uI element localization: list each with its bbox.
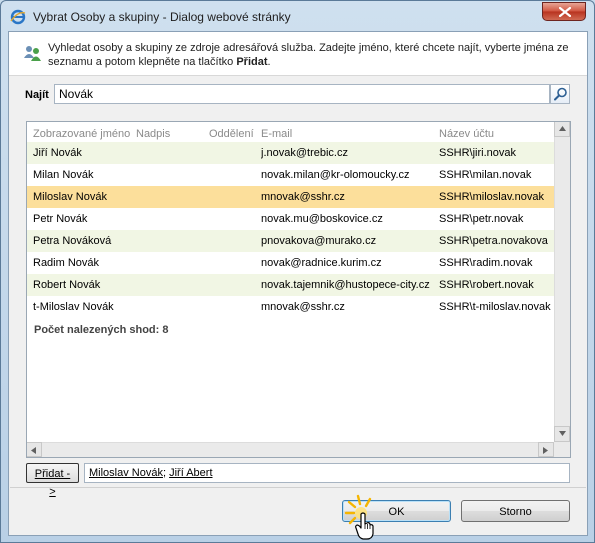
people-icon	[24, 46, 41, 61]
scrollbar-corner	[554, 442, 570, 457]
horizontal-scrollbar[interactable]	[27, 442, 554, 457]
selected-names-field[interactable]: Miloslav Novák; Jiří Abert	[84, 463, 570, 483]
table-row[interactable]: Robert Novák novak.tajemnik@hustopece-ci…	[27, 274, 554, 296]
cell-name: Milan Novák	[33, 169, 94, 181]
dialog-window: Vybrat Osoby a skupiny - Dialog webové s…	[0, 0, 595, 543]
vertical-scrollbar[interactable]	[554, 122, 570, 442]
info-text: Vyhledat osoby a skupiny ze zdroje adres…	[48, 41, 580, 69]
column-header-account[interactable]: Název účtu	[439, 128, 494, 140]
table-row[interactable]: Jiří Novák j.novak@trebic.cz SSHR\jiri.n…	[27, 142, 554, 164]
search-icon	[554, 87, 567, 101]
cell-name: Miloslav Novák	[33, 191, 107, 203]
cell-email: mnovak@sshr.cz	[261, 191, 345, 203]
scroll-right-button[interactable]	[538, 442, 554, 457]
column-header-title[interactable]: Nadpis	[136, 128, 170, 140]
window-title: Vybrat Osoby a skupiny - Dialog webové s…	[33, 10, 291, 24]
arrow-down-icon	[559, 431, 566, 436]
info-text-end: .	[267, 56, 271, 68]
scroll-up-button[interactable]	[554, 122, 570, 137]
arrow-left-icon	[31, 447, 36, 454]
cell-name: Petra Nováková	[33, 235, 112, 247]
column-header-email[interactable]: E-mail	[261, 128, 292, 140]
table-row[interactable]: Milan Novák novak.milan@kr-olomoucky.cz …	[27, 164, 554, 186]
cell-email: j.novak@trebic.cz	[261, 147, 348, 159]
scroll-down-button[interactable]	[554, 426, 570, 442]
cell-email: novak.mu@boskovice.cz	[261, 213, 383, 225]
cell-account: SSHR\robert.novak	[439, 279, 534, 291]
table-row[interactable]: t-Miloslav Novák mnovak@sshr.cz SSHR\t-m…	[27, 296, 554, 318]
cell-email: mnovak@sshr.cz	[261, 301, 345, 313]
cell-email: novak@radnice.kurim.cz	[261, 257, 382, 269]
cell-name: Petr Novák	[33, 213, 88, 225]
cell-account: SSHR\t-miloslav.novak	[439, 301, 551, 313]
table-row[interactable]: Petr Novák novak.mu@boskovice.cz SSHR\pe…	[27, 208, 554, 230]
search-input[interactable]	[54, 84, 550, 104]
cell-email: novak.tajemnik@hustopece-city.cz	[261, 279, 430, 291]
dialog-content: Vyhledat osoby a skupiny ze zdroje adres…	[8, 31, 588, 540]
close-button[interactable]	[542, 2, 586, 21]
add-button[interactable]: Přidat ->	[26, 463, 79, 498]
info-text-bold: Přidat	[236, 56, 268, 68]
table-row[interactable]: Radim Novák novak@radnice.kurim.cz SSHR\…	[27, 252, 554, 274]
cell-email: novak.milan@kr-olomoucky.cz	[261, 169, 410, 181]
cell-name: Radim Novák	[33, 257, 100, 269]
info-text-main: Vyhledat osoby a skupiny ze zdroje adres…	[48, 42, 569, 68]
cell-name: Jiří Novák	[33, 147, 82, 159]
ie-icon	[10, 9, 26, 25]
result-count: Počet nalezených shod: 8	[34, 324, 169, 336]
cell-name: t-Miloslav Novák	[33, 301, 114, 313]
selected-name[interactable]: Miloslav Novák	[89, 467, 163, 479]
info-panel: Vyhledat osoby a skupiny ze zdroje adres…	[9, 32, 587, 76]
column-header-department[interactable]: Oddělení	[209, 128, 254, 140]
cell-account: SSHR\milan.novak	[439, 169, 532, 181]
scroll-left-button[interactable]	[27, 442, 42, 457]
cell-account: SSHR\petr.novak	[439, 213, 524, 225]
column-header-name[interactable]: Zobrazované jméno	[33, 128, 130, 140]
cell-account: SSHR\radim.novak	[439, 257, 533, 269]
table-row-selected[interactable]: Miloslav Novák mnovak@sshr.cz SSHR\milos…	[27, 186, 554, 208]
selected-name[interactable]: Jiří Abert	[169, 467, 212, 479]
close-icon	[559, 7, 571, 17]
cell-account: SSHR\petra.novakova	[439, 235, 548, 247]
find-label: Najít	[25, 89, 49, 101]
cell-email: pnovakova@murako.cz	[261, 235, 377, 247]
table-row[interactable]: Petra Nováková pnovakova@murako.cz SSHR\…	[27, 230, 554, 252]
results-header: Zobrazované jméno Nadpis Oddělení E-mail…	[27, 122, 554, 142]
results-list: Zobrazované jméno Nadpis Oddělení E-mail…	[26, 121, 571, 458]
cell-account: SSHR\jiri.novak	[439, 147, 517, 159]
arrow-up-icon	[559, 126, 566, 131]
search-button[interactable]	[550, 84, 570, 104]
title-bar[interactable]: Vybrat Osoby a skupiny - Dialog webové s…	[1, 1, 594, 31]
hand-cursor-icon	[355, 512, 374, 540]
footer-divider	[10, 487, 586, 488]
cancel-button[interactable]: Storno	[461, 500, 570, 522]
cell-account: SSHR\miloslav.novak	[439, 191, 544, 203]
cell-name: Robert Novák	[33, 279, 101, 291]
arrow-right-icon	[543, 447, 548, 454]
